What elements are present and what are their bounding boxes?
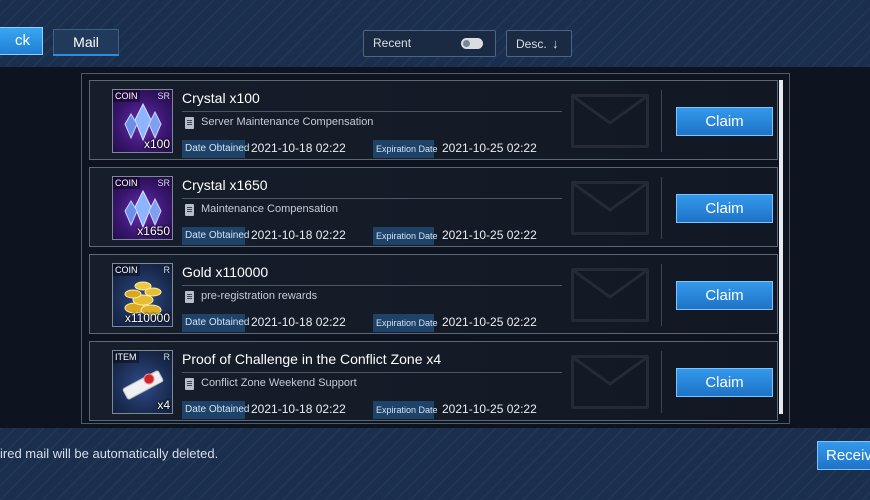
date-obtained-value: 2021-10-18 02:22 (251, 315, 346, 329)
claim-button[interactable]: Claim (676, 368, 773, 397)
receive-all-button[interactable]: Receiv (817, 441, 870, 470)
mail-item: ITEM R x4 Proof of Challenge in the Conf… (89, 341, 778, 421)
date-obtained-value: 2021-10-18 02:22 (251, 402, 346, 416)
document-icon (185, 378, 194, 390)
expiration-date-value: 2021-10-25 02:22 (442, 141, 537, 155)
document-icon (185, 291, 194, 303)
divider (661, 177, 662, 239)
gold-item-icon: COIN R x110000 (112, 263, 173, 327)
expiration-date-label: Expiration Date (373, 140, 438, 158)
mail-title: Crystal x1650 (182, 177, 268, 193)
divider (661, 90, 662, 152)
mail-item: COIN SR x100 Crystal x100 Server Mainten… (89, 80, 778, 160)
mail-subject: Conflict Zone Weekend Support (201, 377, 357, 389)
item-quantity: x1650 (137, 224, 170, 238)
scrollbar[interactable] (779, 80, 783, 414)
bottom-bar (0, 428, 870, 500)
divider (182, 198, 562, 199)
item-quantity: x4 (157, 398, 170, 412)
toggle-icon (461, 38, 483, 49)
mail-title: Proof of Challenge in the Conflict Zone … (182, 351, 442, 367)
sort-order-button[interactable]: Desc. ↓ (506, 30, 572, 57)
date-obtained-label: Date Obtained (182, 401, 250, 419)
envelope-icon (571, 94, 649, 148)
tab-mail[interactable]: Mail (53, 29, 119, 56)
back-button[interactable]: ck (0, 27, 43, 55)
claim-button[interactable]: Claim (676, 194, 773, 223)
divider (661, 264, 662, 326)
item-quantity: x110000 (124, 311, 170, 325)
divider (182, 285, 562, 286)
date-obtained-label: Date Obtained (182, 227, 250, 245)
expiration-date-label: Expiration Date (373, 401, 438, 419)
crystal-item-icon: COIN SR x1650 (112, 176, 173, 240)
divider (661, 351, 662, 413)
divider (182, 372, 562, 373)
mail-title: Crystal x100 (182, 90, 260, 106)
envelope-icon (571, 181, 649, 235)
crystal-item-icon: COIN SR x100 (112, 89, 173, 153)
date-obtained-value: 2021-10-18 02:22 (251, 228, 346, 242)
sort-label: Recent (373, 36, 412, 50)
expiry-notice: ired mail will be automatically deleted. (0, 446, 219, 461)
mail-item: COIN SR x1650 Crystal x1650 Maintenance … (89, 167, 778, 247)
document-icon (185, 204, 194, 216)
expiration-date-value: 2021-10-25 02:22 (442, 228, 537, 242)
scroll-item-icon: ITEM R x4 (112, 350, 173, 414)
expiration-date-value: 2021-10-25 02:22 (442, 315, 537, 329)
expiration-date-label: Expiration Date (373, 314, 438, 332)
sort-dropdown[interactable]: Recent (363, 30, 496, 57)
expiration-date-value: 2021-10-25 02:22 (442, 402, 537, 416)
envelope-icon (571, 355, 649, 409)
document-icon (185, 117, 194, 129)
item-quantity: x100 (143, 137, 170, 151)
arrow-down-icon: ↓ (552, 36, 559, 51)
mail-item: COIN R x110000 Gold x110000 pre-registra… (89, 254, 778, 334)
date-obtained-label: Date Obtained (182, 140, 250, 158)
divider (182, 111, 562, 112)
sort-order-label: Desc. (516, 37, 547, 51)
date-obtained-label: Date Obtained (182, 314, 250, 332)
expiration-date-label: Expiration Date (373, 227, 438, 245)
claim-button[interactable]: Claim (676, 107, 773, 136)
claim-button[interactable]: Claim (676, 281, 773, 310)
envelope-icon (571, 268, 649, 322)
date-obtained-value: 2021-10-18 02:22 (251, 141, 346, 155)
mail-subject: Maintenance Compensation (201, 203, 338, 215)
mail-title: Gold x110000 (182, 264, 269, 280)
mail-subject: pre-registration rewards (201, 290, 318, 302)
mail-subject: Server Maintenance Compensation (201, 116, 374, 128)
